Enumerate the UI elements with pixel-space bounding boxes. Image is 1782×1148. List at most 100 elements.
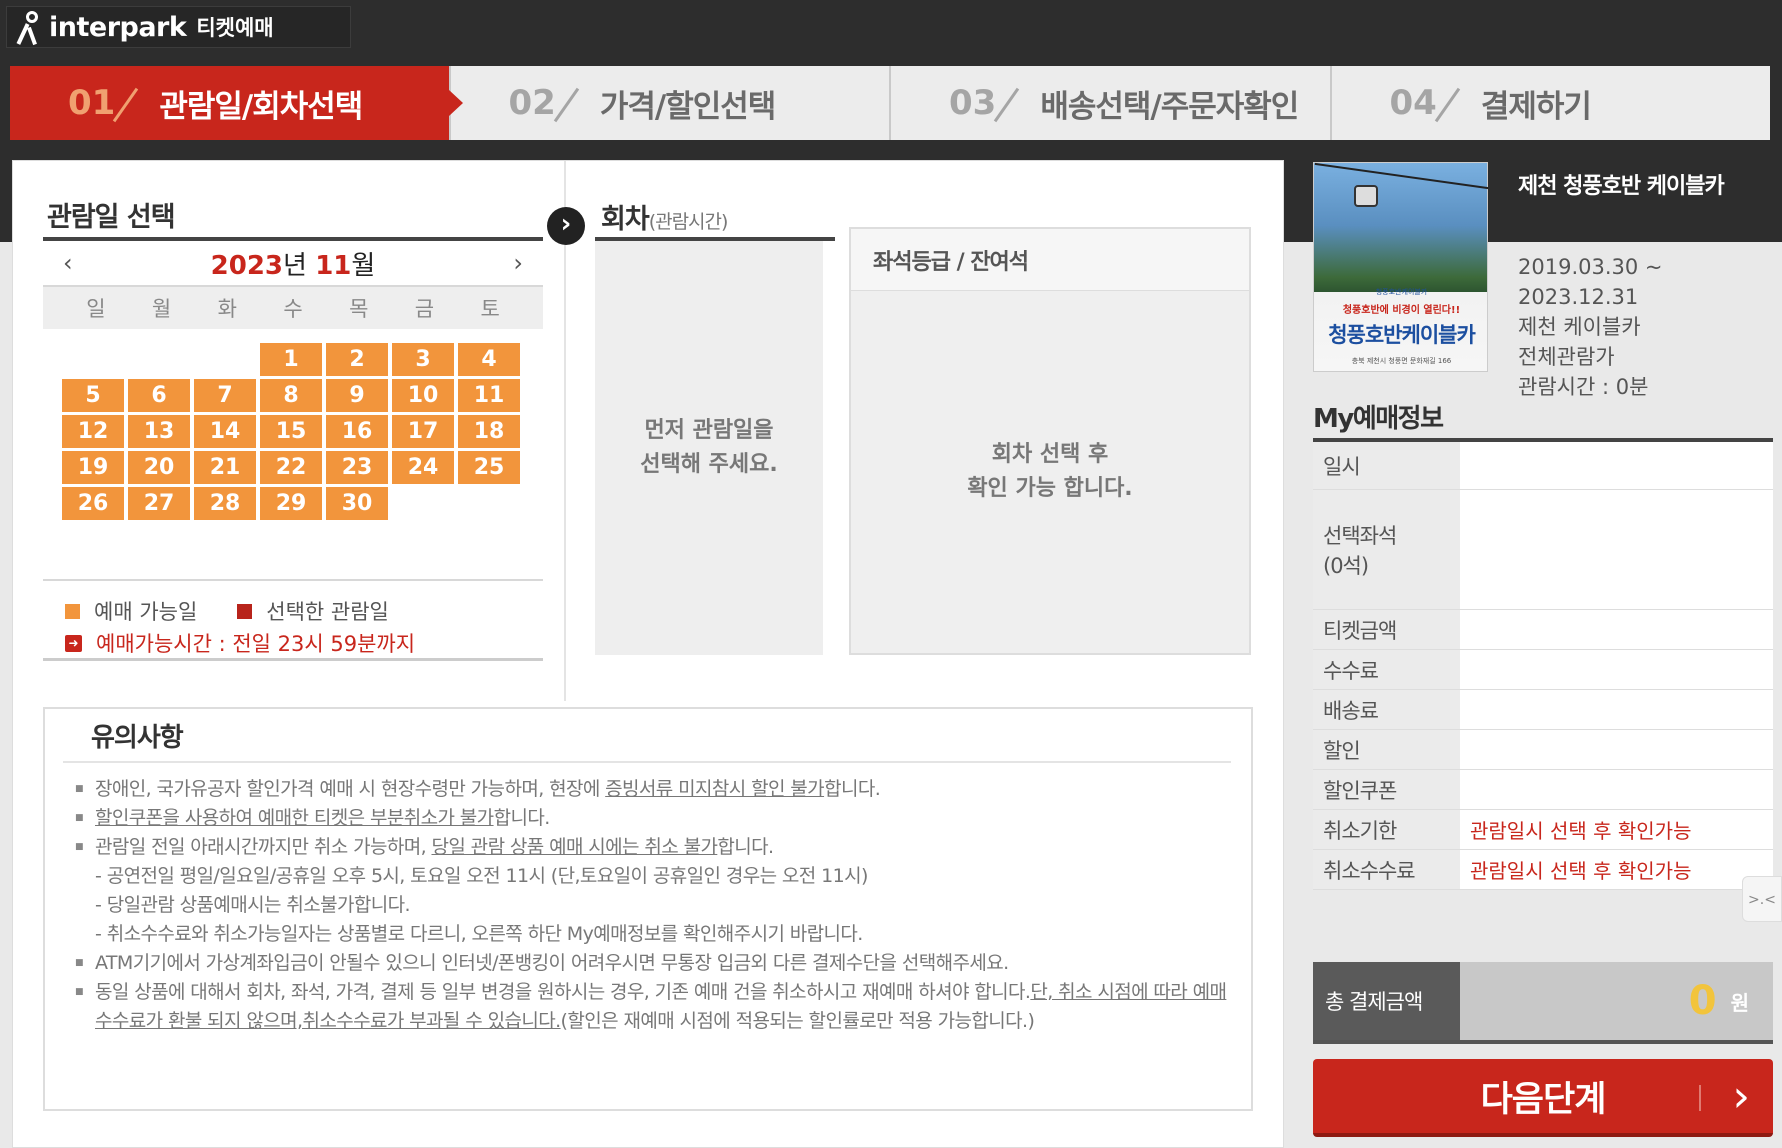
- weekday-label: 일: [86, 297, 106, 321]
- total-label: 총 결제금액: [1313, 962, 1460, 1040]
- calendar-day[interactable]: 8: [260, 379, 322, 412]
- my-booking-row: 취소수수료 관람일시 선택 후 확인가능: [1313, 850, 1773, 890]
- my-booking-value: [1460, 610, 1773, 649]
- calendar-week: 5 6 7 8 9 10 11: [62, 379, 543, 415]
- calendar-day[interactable]: 17: [392, 415, 454, 448]
- interpark-logo[interactable]: interpark 티켓예매: [6, 6, 351, 48]
- arrow-badge-icon: ➜: [65, 634, 82, 652]
- round-section-title: 회차(관람시간): [601, 204, 729, 235]
- notice-item: 할인쿠폰을 사용하여 예매한 티켓은 부분취소가 불가합니다.: [75, 804, 1235, 833]
- calendar-day[interactable]: 11: [458, 379, 520, 412]
- calendar-day[interactable]: 25: [458, 451, 520, 484]
- next-month-button[interactable]: ›: [513, 249, 523, 277]
- calendar-day[interactable]: 15: [260, 415, 322, 448]
- step-label: 배송선택/주문자확인: [1040, 88, 1299, 125]
- my-booking-value: [1460, 770, 1773, 809]
- calendar-week: 19 20 21 22 23 24 25: [62, 451, 543, 487]
- seat-grade-title: 좌석등급 / 잔여석: [851, 229, 1249, 291]
- calendar-empty-cell: [392, 487, 454, 520]
- calendar-day[interactable]: 10: [392, 379, 454, 412]
- calendar-day[interactable]: 16: [326, 415, 388, 448]
- product-poster[interactable]: 청풍호반케이블카 청풍호반에 비경이 열린다!! 청풍호반케이블카 충북 제천시…: [1313, 162, 1489, 372]
- calendar-day[interactable]: 21: [194, 451, 256, 484]
- notice-item: ATM기기에서 가상계좌입금이 안될수 있으니 인터넷/폰뱅킹이 어려우시면 무…: [75, 949, 1235, 978]
- calendar-header: ‹ 2023년 11월 ›: [43, 241, 543, 287]
- calendar-day[interactable]: 2: [326, 343, 388, 376]
- step-label: 관람일/회차선택: [159, 88, 363, 125]
- my-booking-value: [1460, 490, 1773, 609]
- notice-item: 관람일 전일 아래시간까지만 취소 가능하며, 당일 관람 상품 예매 시에는 …: [75, 833, 1235, 862]
- seat-grade-empty-message: 회차 선택 후 확인 가능 합니다.: [967, 442, 1133, 501]
- calendar-day[interactable]: 22: [260, 451, 322, 484]
- calendar-day[interactable]: 18: [458, 415, 520, 448]
- my-booking-value: [1460, 690, 1773, 729]
- calendar: ‹ 2023년 11월 › 일월화수목금토 1 2 3 4 5 6 7 8 9 10 11 12 13 1…: [43, 237, 543, 523]
- calendar-day[interactable]: 4: [458, 343, 520, 376]
- my-booking-value: [1460, 730, 1773, 769]
- calendar-day[interactable]: 9: [326, 379, 388, 412]
- weekday-label: 수: [283, 297, 303, 321]
- poster-tagline: 청풍호반에 비경이 열린다!!: [1342, 305, 1461, 316]
- next-step-label: 다음단계: [1480, 1079, 1607, 1120]
- poster-title: 청풍호반케이블카: [1328, 323, 1476, 347]
- calendar-day[interactable]: 19: [62, 451, 124, 484]
- product-title: 제천 청풍호반 케이블카: [1518, 174, 1725, 199]
- my-booking-row: 티켓금액: [1313, 610, 1773, 650]
- calendar-day[interactable]: 1: [260, 343, 322, 376]
- available-swatch: [65, 603, 80, 619]
- my-booking-key: 수수료: [1313, 650, 1460, 689]
- cable-car-icon: [1354, 185, 1378, 207]
- calendar-day[interactable]: 23: [326, 451, 388, 484]
- calendar-day[interactable]: 24: [392, 451, 454, 484]
- step-label: 결제하기: [1480, 88, 1592, 125]
- weekday-label: 월: [151, 297, 172, 321]
- calendar-day[interactable]: 28: [194, 487, 256, 520]
- calendar-day[interactable]: 13: [128, 415, 190, 448]
- calendar-day[interactable]: 27: [128, 487, 190, 520]
- my-booking-key: 일시: [1313, 442, 1460, 489]
- notice-title: 유의사항: [91, 723, 184, 753]
- my-booking-key: 티켓금액: [1313, 610, 1460, 649]
- calendar-day[interactable]: 6: [128, 379, 190, 412]
- prev-month-button[interactable]: ‹: [63, 249, 73, 277]
- calendar-day[interactable]: 29: [260, 487, 322, 520]
- calendar-day[interactable]: 26: [62, 487, 124, 520]
- calendar-day[interactable]: 12: [62, 415, 124, 448]
- step-date-round: 01 관람일/회차선택: [10, 66, 462, 140]
- round-section-subtitle: (관람시간): [648, 211, 729, 233]
- calendar-day[interactable]: 7: [194, 379, 256, 412]
- product-info: 2019.03.30 ~ 2023.12.31 제천 케이블카 전체관람가 관람…: [1518, 252, 1663, 402]
- weekday-header: 일월화수목금토: [43, 287, 543, 329]
- product-rating: 전체관람가: [1518, 345, 1615, 369]
- my-booking-title: My예매정보: [1313, 404, 1444, 434]
- calendar-day[interactable]: 14: [194, 415, 256, 448]
- product-date-start: 2019.03.30 ~: [1518, 255, 1663, 279]
- calendar-empty-cell: [128, 343, 190, 376]
- calendar-week: 12 13 14 15 16 17 18: [62, 415, 543, 451]
- calendar-week: 1234: [62, 343, 543, 379]
- calendar-day[interactable]: 30: [326, 487, 388, 520]
- total-unit: 원: [1730, 990, 1749, 1015]
- my-booking-value: [1460, 442, 1773, 489]
- next-step-button[interactable]: 다음단계 ›: [1313, 1059, 1773, 1137]
- step-number: 02: [508, 83, 556, 123]
- legend-available: 예매 가능일: [94, 600, 198, 624]
- weekday-label: 토: [480, 297, 500, 321]
- my-booking-row: 할인쿠폰: [1313, 770, 1773, 810]
- calendar-day[interactable]: 20: [128, 451, 190, 484]
- logo-text: interpark: [49, 11, 187, 43]
- floating-side-button[interactable]: >.<: [1742, 876, 1782, 922]
- my-booking-table: 일시 선택좌석 (0석) 티켓금액 수수료 배송료 할인 할인쿠폰 취소기한 관람일시 선택 후…: [1313, 442, 1773, 890]
- seat-grade-panel: 좌석등급 / 잔여석 회차 선택 후 확인 가능 합니다.: [849, 227, 1251, 655]
- calendar-day[interactable]: 5: [62, 379, 124, 412]
- weekday-label: 목: [349, 297, 369, 321]
- calendar-day[interactable]: 3: [392, 343, 454, 376]
- weekday-label: 화: [217, 297, 237, 321]
- my-booking-row: 배송료: [1313, 690, 1773, 730]
- notice-box: 유의사항 장애인, 국가유공자 할인가격 예매 시 현장수령만 가능하며, 현장…: [43, 707, 1253, 1111]
- my-booking-value: [1460, 650, 1773, 689]
- step-price-discount: 02 가격/할인선택: [450, 66, 891, 140]
- notice-subitem: - 공연전일 평일/일요일/공휴일 오후 5시, 토요일 오전 11시 (단,토…: [95, 865, 868, 887]
- step-delivery-confirm: 03 배송선택/주문자확인: [891, 66, 1332, 140]
- calendar-week: 26 27 28 29 30: [62, 487, 543, 523]
